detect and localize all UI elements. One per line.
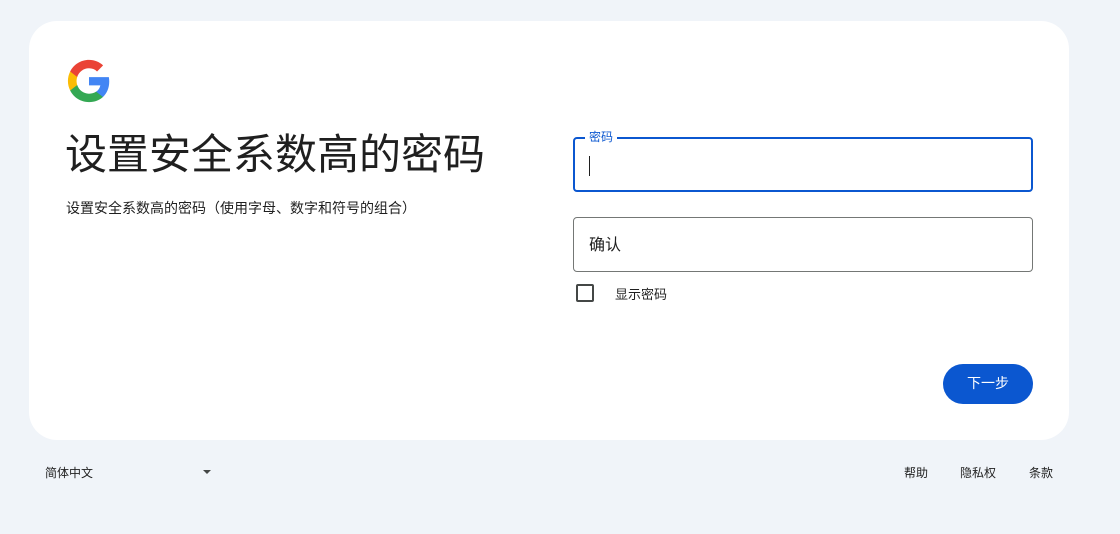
google-g-icon xyxy=(67,59,110,103)
next-button[interactable]: 下一步 xyxy=(943,364,1033,404)
page-title: 设置安全系数高的密码 xyxy=(65,130,486,179)
password-input[interactable] xyxy=(575,139,1035,192)
privacy-link[interactable]: 隐私权 xyxy=(960,464,996,481)
confirm-password-field[interactable]: 确认 xyxy=(573,217,1036,273)
password-field[interactable]: 密码 xyxy=(573,129,1035,192)
page-subtitle: 设置安全系数高的密码（使用字母、数字和符号的组合） xyxy=(66,201,416,217)
show-password-row[interactable]: 显示密码 xyxy=(573,283,667,303)
show-password-label[interactable]: 显示密码 xyxy=(615,284,667,303)
show-password-checkbox[interactable] xyxy=(576,284,594,302)
language-label[interactable]: 简体中文 xyxy=(45,464,93,481)
confirm-input[interactable] xyxy=(574,218,1036,273)
help-link[interactable]: 帮助 xyxy=(904,464,928,481)
language-select[interactable]: 简体中文 xyxy=(45,464,215,482)
terms-link[interactable]: 条款 xyxy=(1029,464,1053,481)
signup-card: 设置安全系数高的密码 设置安全系数高的密码（使用字母、数字和符号的组合） 密码 … xyxy=(29,21,1069,440)
dropdown-arrow-icon[interactable] xyxy=(203,470,211,474)
footer: 简体中文 帮助 隐私权 条款 xyxy=(0,460,1120,484)
